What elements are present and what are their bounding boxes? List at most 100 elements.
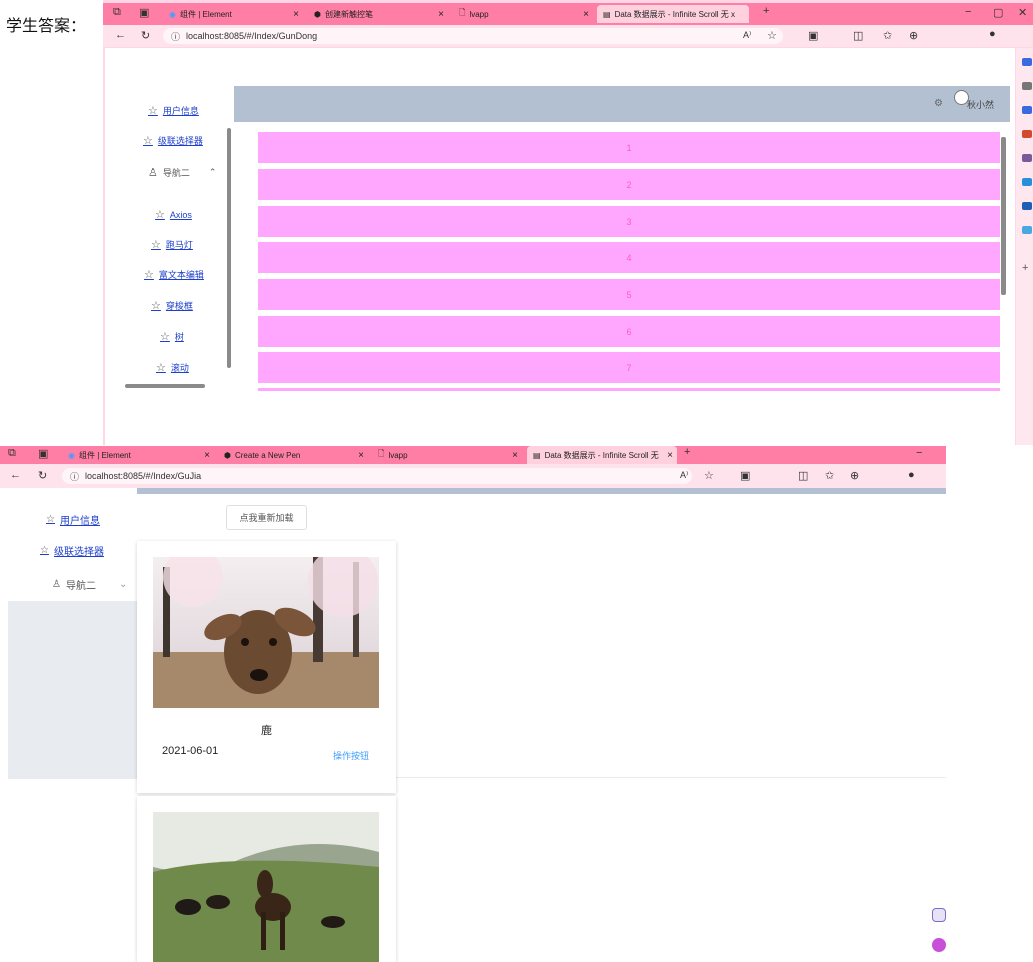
extension-icon[interactable] — [1022, 202, 1032, 210]
floating-translate-icon[interactable] — [932, 908, 946, 922]
read-aloud-icon[interactable]: A⁾ — [743, 30, 751, 41]
url-field[interactable]: ⓘ localhost:8085/#/Index/GuJia — [62, 468, 692, 484]
address-bar-row: ← ↻ ⓘ localhost:8085/#/Index/GuJia A⁾ ☆ ▣… — [0, 464, 946, 488]
read-aloud-icon[interactable]: A⁾ — [680, 470, 688, 481]
list-item-partial — [258, 388, 1000, 391]
floating-app-icon[interactable] — [932, 938, 946, 952]
search-icon[interactable] — [1022, 82, 1032, 90]
extension-icon[interactable]: ▣ — [808, 29, 818, 42]
sidebar-item-user-info[interactable]: ☆ 用户信息 — [46, 512, 100, 527]
favorites-bar-icon[interactable]: ✩ — [883, 29, 892, 42]
star-icon: ☆ — [46, 514, 55, 525]
close-icon[interactable]: × — [583, 9, 589, 20]
star-icon: ☆ — [151, 239, 161, 251]
settings-icon[interactable]: ⚙ — [934, 98, 943, 109]
list-item: 5 — [258, 279, 1000, 310]
sidebar-submenu-nav2[interactable]: ♙ 导航二 ⌄ — [52, 577, 127, 592]
extension-icon[interactable] — [1022, 178, 1032, 186]
list-item: 2 — [258, 169, 1000, 200]
app-header — [137, 488, 946, 494]
tab-lvapp[interactable]: 🗋 lvapp × — [453, 5, 593, 23]
new-tab-icon[interactable]: + — [684, 446, 690, 458]
sidebar-item-axios[interactable]: ☆ Axios — [155, 208, 192, 221]
app-header: ⚙ 秋小然 — [234, 86, 1010, 122]
tab-actions-icon[interactable]: ▣ — [139, 6, 149, 19]
sidebar-item-marquee[interactable]: ☆ 跑马灯 — [151, 238, 193, 251]
back-icon[interactable]: ← — [115, 29, 126, 41]
close-icon[interactable]: × — [512, 450, 518, 461]
address-bar-row: ← ↻ ⓘ localhost:8085/#/Index/GunDong A⁾ ☆… — [103, 25, 1033, 47]
doc-icon: ▤ — [603, 9, 611, 19]
sidebar-item-cascader[interactable]: ☆ 级联选择器 — [40, 543, 104, 558]
split-icon[interactable]: ◫ — [853, 29, 863, 42]
deer-image — [153, 557, 379, 708]
star-icon: ☆ — [155, 209, 165, 221]
workspaces-icon[interactable]: ⧉ — [113, 6, 121, 19]
list-item: 7 — [258, 352, 1000, 383]
tab-infinite-scroll[interactable]: ▤ Data 数据展示 - Infinite Scroll 无 x — [597, 5, 749, 23]
card-action-button[interactable]: 操作按钮 — [333, 749, 369, 762]
tab-pen[interactable]: ⬢ Create a New Pen × — [218, 446, 368, 464]
horse-photo — [153, 812, 379, 962]
list-item: 6 — [258, 316, 1000, 347]
refresh-icon[interactable]: ↻ — [141, 29, 150, 42]
close-icon[interactable]: × — [293, 9, 299, 20]
reload-button[interactable]: 点我重新加载 — [226, 505, 307, 530]
sidebar-item-rich-text[interactable]: ☆ 富文本编辑 — [144, 268, 204, 281]
sidebar-hscrollbar[interactable] — [125, 384, 205, 388]
new-tab-icon[interactable]: + — [763, 5, 769, 17]
sidebar-item-scroll[interactable]: ☆ 滚动 — [156, 361, 189, 374]
profile-icon[interactable]: ● — [908, 469, 915, 481]
extension-icon[interactable] — [1022, 106, 1032, 114]
page-heading: 学生答案： — [6, 16, 87, 35]
tab-element[interactable]: ◉ 组件 | Element × — [62, 446, 214, 464]
close-icon[interactable]: × — [358, 450, 364, 461]
tab-element[interactable]: ◉ 组件 | Element × — [163, 5, 303, 23]
list-item: 4 — [258, 242, 1000, 273]
url-field[interactable]: ⓘ localhost:8085/#/Index/GunDong — [163, 28, 783, 44]
sidebar-item-transfer[interactable]: ☆ 穿梭框 — [151, 299, 193, 312]
back-icon[interactable]: ← — [10, 469, 21, 481]
element-icon: ◉ — [68, 450, 75, 460]
element-icon: ◉ — [169, 9, 176, 19]
info-icon: ⓘ — [171, 31, 181, 42]
extension-icon[interactable] — [1022, 226, 1032, 234]
add-icon[interactable]: + — [1022, 262, 1028, 274]
refresh-icon[interactable]: ↻ — [38, 469, 47, 482]
extension-icon[interactable] — [1022, 58, 1032, 66]
favorite-icon[interactable]: ☆ — [767, 29, 777, 42]
favorites-bar-icon[interactable]: ✩ — [825, 469, 834, 482]
restore-icon[interactable]: ▢ — [993, 6, 1003, 19]
sidebar-item-user-info[interactable]: ☆ 用户信息 — [148, 104, 199, 117]
minimize-icon[interactable]: − — [916, 447, 922, 459]
tab-infinite-scroll[interactable]: ▤ Data 数据展示 - Infinite Scroll 无 × — [527, 446, 677, 464]
close-icon[interactable]: × — [667, 450, 673, 461]
close-window-icon[interactable]: ✕ — [1018, 6, 1027, 19]
tab-actions-icon[interactable]: ▣ — [38, 447, 48, 460]
extension-icon[interactable] — [1022, 130, 1032, 138]
minimize-icon[interactable]: − — [965, 6, 971, 18]
split-icon[interactable]: ◫ — [798, 469, 808, 482]
extension-icon[interactable] — [1022, 154, 1032, 162]
tab-strip: ⧉ ▣ ◉ 组件 | Element × ⬢ Create a New Pen × 🗋 l… — [0, 446, 946, 464]
close-icon[interactable]: × — [438, 9, 444, 20]
sidebar-submenu-nav2[interactable]: ♙ 导航二 ⌃ — [148, 166, 216, 179]
sidebar — [8, 494, 137, 779]
main-scrollbar[interactable] — [1001, 137, 1006, 295]
sidebar-item-cascader[interactable]: ☆ 级联选择器 — [143, 134, 203, 147]
profile-icon[interactable]: ● — [989, 28, 996, 40]
deer-photo — [153, 557, 379, 708]
extension-icon[interactable]: ▣ — [740, 469, 750, 482]
workspaces-icon[interactable]: ⧉ — [8, 447, 16, 460]
sidebar-scrollbar[interactable] — [227, 128, 231, 368]
collections-icon[interactable]: ⊕ — [850, 469, 859, 482]
collections-icon[interactable]: ⊕ — [909, 29, 918, 42]
favorite-icon[interactable]: ☆ — [704, 469, 714, 482]
sidebar-item-tree[interactable]: ☆ 树 — [160, 330, 184, 343]
close-icon[interactable]: × — [204, 450, 210, 461]
list-item: 3 — [258, 206, 1000, 237]
tab-lvapp[interactable]: 🗋 lvapp × — [372, 446, 522, 464]
header-username: 秋小然 — [967, 100, 995, 110]
star-icon: ☆ — [160, 331, 170, 343]
tab-pen[interactable]: ⬢ 创建新触控笔 × — [308, 5, 448, 23]
